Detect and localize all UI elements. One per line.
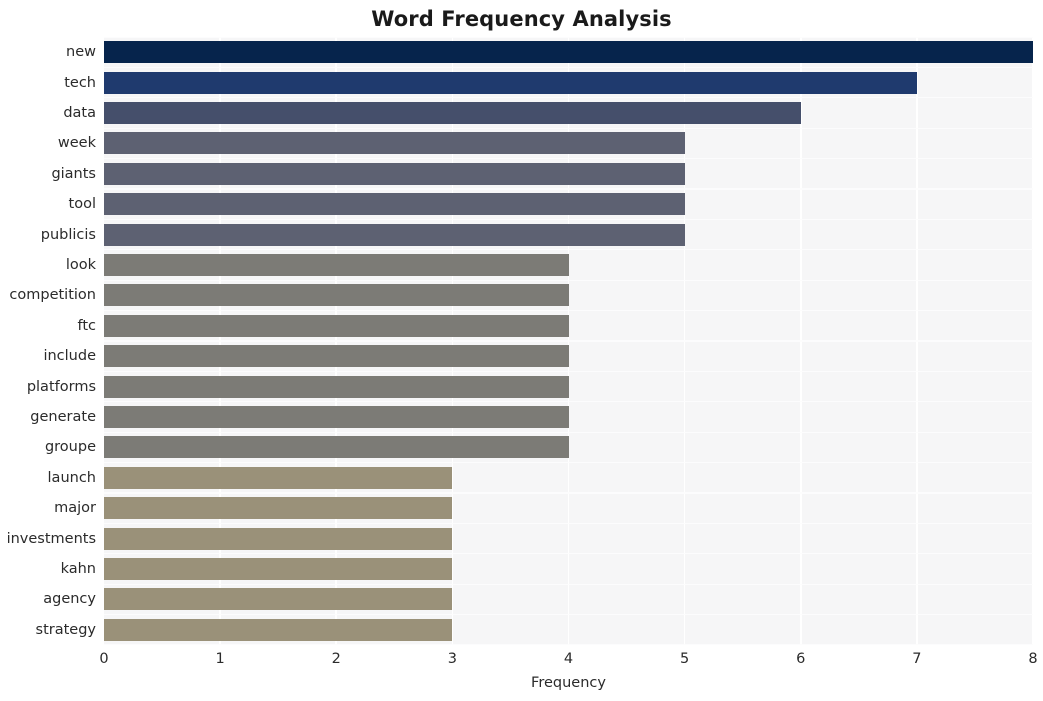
x-tick-label-2: 2 [331,651,341,667]
x-axis-tick-labels: 0 1 2 3 4 5 6 7 8 [0,650,1043,672]
y-tick-label-giants: giants [51,165,96,182]
y-tick-label-launch: launch [47,469,96,486]
y-tick-label-major: major [54,500,96,517]
y-tick-label-competition: competition [9,287,96,304]
y-tick-label-look: look [65,257,96,273]
y-tick-label-kahn: kahn [60,561,96,577]
y-tick-label-platforms: platforms [26,378,96,395]
x-tick-label-6: 6 [796,651,806,667]
x-tick-label-1: 1 [215,651,225,667]
y-tick-label-ftc: ftc [77,317,96,334]
x-tick-label-4: 4 [563,651,574,667]
y-tick-label-publicis: publicis [40,226,96,243]
y-tick-label-groupe: groupe [44,439,96,456]
y-tick-label-new: new [66,44,96,61]
y-tick-label-agency: agency [43,591,96,608]
x-tick-label-0: 0 [99,651,109,667]
y-tick-label-data: data [63,105,96,121]
chart-figure: Word Frequency Analysis new tech data week g… [0,0,1043,701]
x-tick-label-7: 7 [912,651,922,667]
y-tick-label-tech: tech [64,74,96,91]
y-tick-label-investments: investments [6,530,96,547]
x-tick-label-8: 8 [1028,651,1038,667]
y-tick-label-tool: tool [68,196,96,213]
y-axis-tick-labels: new tech data week giants tool publicis look com… [0,37,1043,645]
x-tick-label-3: 3 [447,651,457,667]
chart-title: Word Frequency Analysis [371,7,672,31]
x-axis-title: Frequency [531,675,606,691]
y-tick-label-strategy: strategy [35,621,96,638]
y-tick-label-week: week [57,135,96,152]
x-tick-label-5: 5 [680,651,690,667]
y-tick-label-include: include [43,348,96,365]
y-tick-label-generate: generate [30,409,96,425]
